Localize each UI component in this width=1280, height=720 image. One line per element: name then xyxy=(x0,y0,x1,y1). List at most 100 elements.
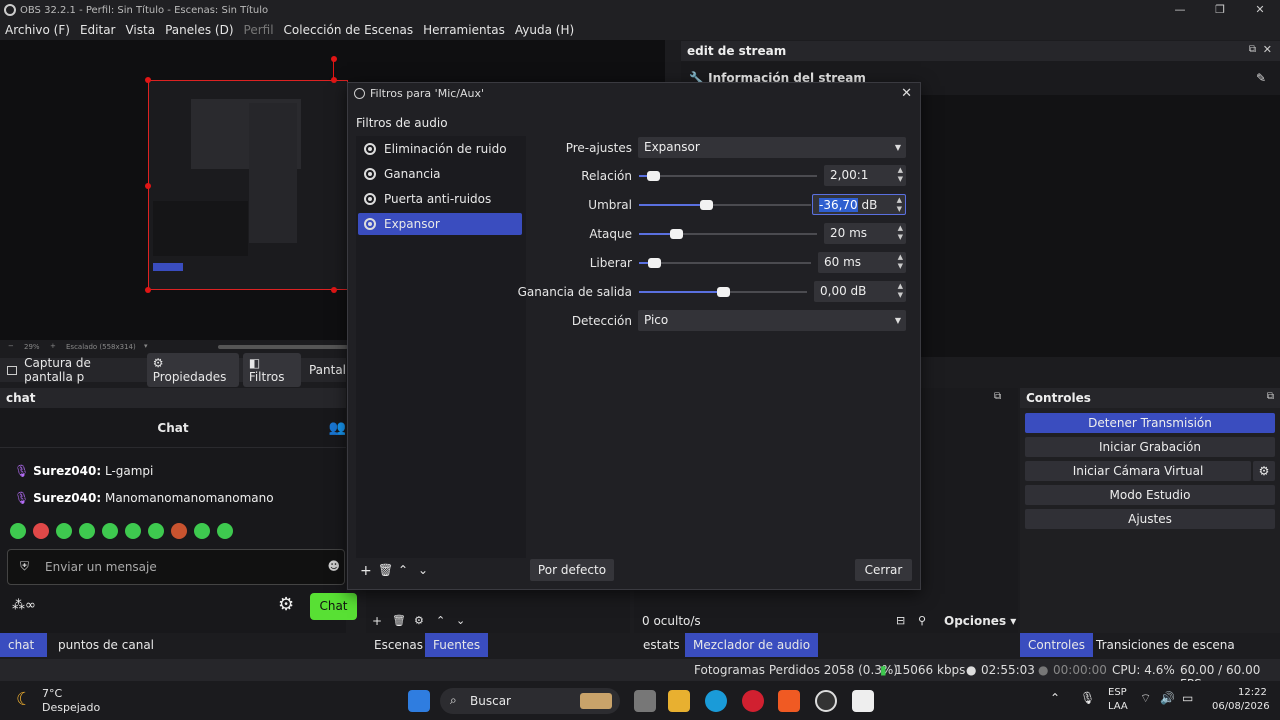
preset-select[interactable]: Expansor ▼ xyxy=(638,137,906,158)
clock-time[interactable]: 12:22 xyxy=(1238,687,1267,698)
menu-vista[interactable]: Vista xyxy=(125,23,155,37)
pantalla-label[interactable]: Pantal xyxy=(309,363,346,377)
tab-estats[interactable]: estats xyxy=(635,633,688,657)
chat-send-button[interactable]: Chat xyxy=(310,593,357,620)
volume-icon[interactable]: 🔊 xyxy=(1160,691,1175,705)
opera-icon[interactable] xyxy=(742,690,764,712)
dock-float-icon[interactable]: ⧉ xyxy=(1249,44,1256,55)
gear-icon[interactable]: ⚙ xyxy=(414,614,424,627)
start-recording-button[interactable]: Iniciar Grabación xyxy=(1025,437,1275,457)
tab-puntos[interactable]: puntos de canal xyxy=(50,633,162,657)
dock-float-icon[interactable]: ⧉ xyxy=(994,391,1001,402)
arrow-down-icon[interactable]: ⌄ xyxy=(418,563,428,577)
defaults-button[interactable]: Por defecto xyxy=(530,559,614,581)
resize-handle[interactable] xyxy=(145,287,151,293)
ratio-spinbox[interactable]: 2,00:1 ▲ ▼ xyxy=(824,165,906,186)
gear-icon[interactable]: ⚙ xyxy=(278,594,294,615)
menu-perfil[interactable]: Perfil xyxy=(244,23,274,37)
menu-herramientas[interactable]: Herramientas xyxy=(423,23,505,37)
windows-start-icon[interactable] xyxy=(408,690,430,712)
tab-transiciones[interactable]: Transiciones de escena xyxy=(1088,633,1243,657)
eye-icon[interactable] xyxy=(364,143,376,155)
mic-icon[interactable]: 🎙 xyxy=(1080,691,1095,705)
threshold-slider[interactable] xyxy=(639,200,811,210)
tab-mezclador[interactable]: Mezclador de audio xyxy=(685,633,819,657)
start-virtual-cam-button[interactable]: Iniciar Cámara Virtual xyxy=(1025,461,1251,481)
output-gain-slider[interactable] xyxy=(639,287,807,297)
menu-editar[interactable]: Editar xyxy=(80,23,116,37)
spin-arrows-icon[interactable]: ▲ ▼ xyxy=(897,196,902,214)
filters-button[interactable]: ◧ Filtros xyxy=(242,353,301,387)
points-icon[interactable]: ⁂∞ xyxy=(12,598,36,613)
pencil-icon[interactable]: ✎ xyxy=(1256,71,1266,85)
tab-controles[interactable]: Controles xyxy=(1020,633,1094,657)
emoji-icon[interactable]: ☻ xyxy=(327,559,340,573)
resize-handle[interactable] xyxy=(331,287,337,293)
preview-source-capture[interactable] xyxy=(148,80,348,290)
menu-ayuda[interactable]: Ayuda (H) xyxy=(515,23,574,37)
chat-input[interactable]: ⛨ Enviar un mensaje ☻ xyxy=(7,549,345,585)
attack-slider[interactable] xyxy=(639,229,817,239)
settings-button[interactable]: Ajustes xyxy=(1025,509,1275,529)
slider-knob[interactable] xyxy=(700,200,713,210)
close-icon[interactable]: ✕ xyxy=(1263,43,1272,56)
attack-spinbox[interactable]: 20 ms ▲ ▼ xyxy=(824,223,906,244)
zoom-in-icon[interactable]: + xyxy=(50,342,56,350)
menu-coleccion[interactable]: Colección de Escenas xyxy=(284,23,414,37)
task-view-icon[interactable] xyxy=(634,690,656,712)
stop-stream-button[interactable]: Detener Transmisión xyxy=(1025,413,1275,433)
release-spinbox[interactable]: 60 ms ▲ ▼ xyxy=(818,252,906,273)
menu-archivo[interactable]: Archivo (F) xyxy=(5,23,70,37)
taskbar-search[interactable]: ⌕ Buscar xyxy=(440,688,620,714)
resize-handle[interactable] xyxy=(145,183,151,189)
output-gain-spinbox[interactable]: 0,00 dB ▲ ▼ xyxy=(814,281,906,302)
clock-date[interactable]: 06/08/2026 xyxy=(1212,701,1270,712)
slider-knob[interactable] xyxy=(647,171,660,181)
wifi-icon[interactable]: ⌔ xyxy=(1140,691,1151,706)
spin-arrows-icon[interactable]: ▲ ▼ xyxy=(898,224,903,242)
virtual-cam-settings-button[interactable]: ⚙ xyxy=(1253,461,1275,481)
close-icon[interactable]: ✕ xyxy=(901,83,912,105)
eye-icon[interactable] xyxy=(364,193,376,205)
release-slider[interactable] xyxy=(639,258,811,268)
minimize-button[interactable]: — xyxy=(1160,0,1200,20)
arrow-up-icon[interactable]: ⌃ xyxy=(436,614,445,627)
ratio-slider[interactable] xyxy=(639,171,817,181)
slider-knob[interactable] xyxy=(670,229,683,239)
arrow-down-icon[interactable]: ⌄ xyxy=(456,614,465,627)
close-button[interactable]: Cerrar xyxy=(855,559,912,581)
slider-knob[interactable] xyxy=(648,258,661,268)
trash-icon[interactable]: 🗑 xyxy=(378,563,393,577)
zoom-out-icon[interactable]: − xyxy=(8,342,14,350)
studio-mode-button[interactable]: Modo Estudio xyxy=(1025,485,1275,505)
eye-icon[interactable] xyxy=(364,218,376,230)
lang2[interactable]: LAA xyxy=(1108,701,1128,712)
chat-user[interactable]: Surez040: xyxy=(33,464,101,478)
obs-taskbar-icon[interactable] xyxy=(815,690,837,712)
edge-icon[interactable] xyxy=(705,690,727,712)
layout-icon[interactable]: ⊟ xyxy=(896,614,905,627)
chevron-up-icon[interactable]: ⌃ xyxy=(1050,691,1060,705)
maximize-button[interactable]: ❐ xyxy=(1200,0,1240,20)
users-icon[interactable]: 👥 xyxy=(329,420,346,436)
lang[interactable]: ESP xyxy=(1108,687,1127,698)
detection-select[interactable]: Pico ▼ xyxy=(638,310,906,331)
brave-icon[interactable] xyxy=(778,690,800,712)
close-window-button[interactable]: ✕ xyxy=(1240,0,1280,20)
tab-escenas[interactable]: Escenas xyxy=(366,633,431,657)
file-explorer-icon[interactable] xyxy=(668,690,690,712)
add-filter-icon[interactable]: + xyxy=(360,563,372,579)
slider-knob[interactable] xyxy=(717,287,730,297)
add-icon[interactable]: + xyxy=(372,614,382,628)
preview-scrollbar[interactable] xyxy=(218,345,348,349)
menu-paneles[interactable]: Paneles (D) xyxy=(165,23,233,37)
link-icon[interactable]: ⚲ xyxy=(918,614,926,627)
chevron-down-icon[interactable]: ▾ xyxy=(144,342,148,350)
resize-handle[interactable] xyxy=(331,77,337,83)
rotate-handle[interactable] xyxy=(331,56,337,62)
tab-chat[interactable]: chat xyxy=(0,633,47,657)
dock-float-icon[interactable]: ⧉ xyxy=(1267,391,1274,402)
trash-icon[interactable]: 🗑 xyxy=(392,614,406,627)
battery-icon[interactable]: ▭ xyxy=(1182,691,1193,705)
spin-arrows-icon[interactable]: ▲ ▼ xyxy=(898,166,903,184)
